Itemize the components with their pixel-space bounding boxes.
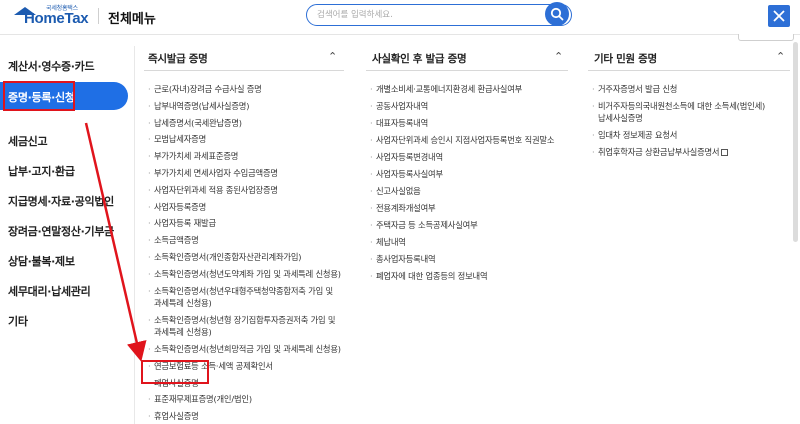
annotation-arrow — [84, 122, 147, 362]
